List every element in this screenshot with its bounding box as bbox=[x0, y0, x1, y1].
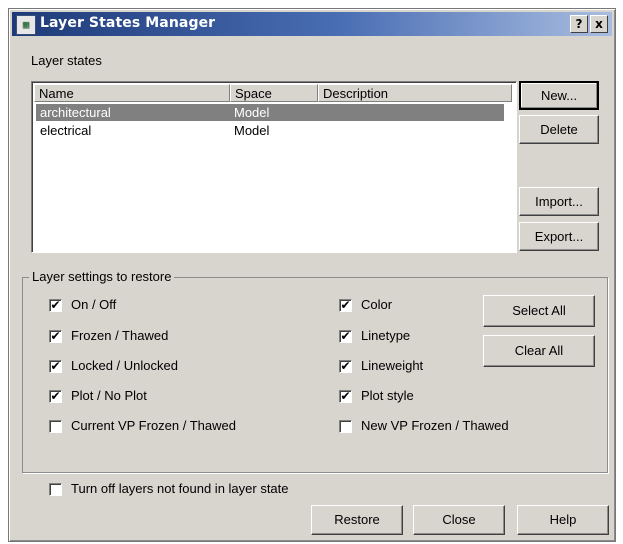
lineweight-checkbox[interactable]: ✔ bbox=[339, 360, 352, 373]
current-vp-frozen-checkbox[interactable] bbox=[49, 420, 62, 433]
new-vp-frozen-checkbox[interactable] bbox=[339, 420, 352, 433]
turn-off-layers-checkbox[interactable] bbox=[49, 483, 62, 496]
column-header-space[interactable]: Space bbox=[230, 84, 318, 102]
layer-settings-label: Layer settings to restore bbox=[29, 269, 175, 284]
restore-button[interactable]: Restore bbox=[311, 505, 403, 535]
delete-button[interactable]: Delete bbox=[519, 115, 599, 144]
on-off-checkbox[interactable]: ✔ bbox=[49, 299, 62, 312]
clear-all-button[interactable]: Clear All bbox=[483, 335, 595, 367]
select-all-button[interactable]: Select All bbox=[483, 295, 595, 327]
import-button[interactable]: Import... bbox=[519, 187, 599, 216]
frozen-thawed-checkbox[interactable]: ✔ bbox=[49, 330, 62, 343]
title-bar[interactable]: ▦ Layer States Manager ? x bbox=[12, 12, 612, 36]
locked-unlocked-checkbox[interactable]: ✔ bbox=[49, 360, 62, 373]
app-icon: ▦ bbox=[16, 15, 36, 35]
linetype-checkbox[interactable]: ✔ bbox=[339, 330, 352, 343]
layer-states-manager-dialog: ▦ Layer States Manager ? x Layer states … bbox=[8, 8, 616, 542]
list-item-electrical[interactable]: electrical Model bbox=[36, 122, 504, 139]
plot-no-plot-label: Plot / No Plot bbox=[71, 388, 147, 403]
on-off-label: On / Off bbox=[71, 297, 117, 312]
color-label: Color bbox=[361, 297, 393, 312]
plot-style-label: Plot style bbox=[361, 388, 414, 403]
column-header-name[interactable]: Name bbox=[34, 84, 230, 102]
help-button[interactable]: Help bbox=[517, 505, 609, 535]
current-vp-frozen-label: Current VP Frozen / Thawed bbox=[71, 418, 236, 433]
new-vp-frozen-label: New VP Frozen / Thawed bbox=[361, 418, 509, 433]
row-space: Model bbox=[234, 123, 270, 138]
help-icon[interactable]: ? bbox=[570, 15, 588, 33]
color-checkbox[interactable]: ✔ bbox=[339, 299, 352, 312]
turn-off-layers-label: Turn off layers not found in layer state bbox=[71, 481, 289, 496]
plot-style-checkbox[interactable]: ✔ bbox=[339, 390, 352, 403]
locked-unlocked-label: Locked / Unlocked bbox=[71, 358, 178, 373]
row-space: Model bbox=[234, 105, 270, 120]
layer-states-list[interactable]: Name Space Description architectural Mod… bbox=[31, 81, 517, 253]
frozen-thawed-label: Frozen / Thawed bbox=[71, 328, 169, 343]
close-icon[interactable]: x bbox=[590, 15, 608, 33]
column-header-description[interactable]: Description bbox=[318, 84, 512, 102]
close-button[interactable]: Close bbox=[413, 505, 505, 535]
linetype-label: Linetype bbox=[361, 328, 411, 343]
new-button[interactable]: New... bbox=[519, 81, 599, 110]
layer-states-label: Layer states bbox=[31, 53, 102, 68]
list-item-architectural[interactable]: architectural Model bbox=[36, 104, 504, 121]
plot-no-plot-checkbox[interactable]: ✔ bbox=[49, 390, 62, 403]
window-title: Layer States Manager bbox=[40, 15, 216, 31]
lineweight-label: Lineweight bbox=[361, 358, 424, 373]
export-button[interactable]: Export... bbox=[519, 222, 599, 251]
row-name: electrical bbox=[40, 123, 92, 138]
row-name: architectural bbox=[40, 105, 111, 120]
